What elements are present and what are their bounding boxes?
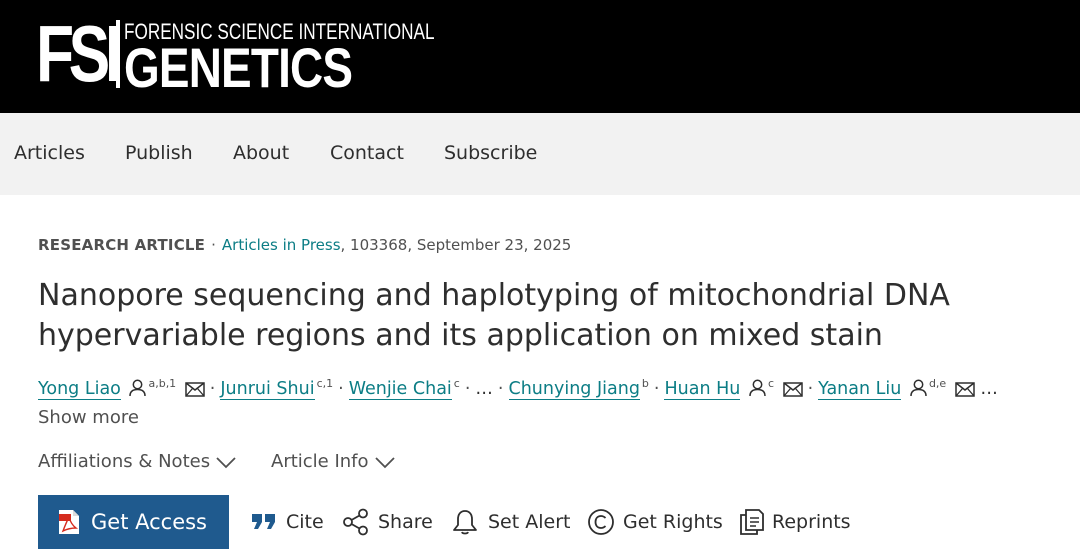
author-name[interactable]: Chunying Jiang [508, 379, 640, 400]
author-name[interactable]: Yong Liao [38, 379, 121, 400]
get-rights-label: Get Rights [623, 511, 723, 533]
share-button[interactable]: Share [342, 507, 434, 537]
author-list: Yong Liao a,b,1 · Junrui Shui c,1 · Wenjie C… [38, 372, 998, 401]
copyright-icon [588, 509, 614, 535]
get-rights-button[interactable]: Get Rights [587, 507, 723, 537]
main-nav: Articles Publish About Contact Subscribe [0, 113, 1080, 195]
cite-button[interactable]: Cite [251, 507, 326, 537]
share-label: Share [378, 511, 433, 533]
article-title: Nanopore sequencing and haplotyping of m… [38, 278, 950, 353]
author-affiliation: c [767, 377, 775, 390]
author-separator: · [653, 379, 660, 399]
logo-abbrev: FSI [36, 9, 122, 98]
logo-divider [116, 20, 120, 88]
affiliations-notes-toggle[interactable]: Affiliations & Notes [38, 450, 236, 474]
person-icon[interactable] [910, 379, 927, 397]
author-separator: · [807, 379, 814, 399]
reprints-icon [740, 509, 764, 535]
article-info-label: Article Info [271, 451, 369, 472]
article-citation-info: , 103368, September 23, 2025 [340, 236, 572, 254]
author-name[interactable]: Wenjie Chai [348, 379, 452, 400]
set-alert-button[interactable]: Set Alert [451, 507, 571, 537]
get-access-label: Get Access [91, 510, 207, 534]
author-ellipsis: … [980, 379, 998, 399]
article-meta: RESEARCH ARTICLE · Articles in Press, 1033… [38, 234, 571, 256]
author-affiliation: c [453, 377, 460, 390]
journal-status-link[interactable]: Articles in Press [222, 236, 341, 254]
pdf-icon [59, 510, 79, 534]
author-separator: · [464, 379, 471, 399]
author-ellipsis: … [475, 379, 493, 399]
nav-about[interactable]: About [233, 141, 289, 165]
show-more-authors-button[interactable]: Show more [38, 406, 139, 430]
affiliations-notes-label: Affiliations & Notes [38, 451, 211, 472]
author-affiliation: c,1 [316, 377, 334, 390]
nav-articles[interactable]: Articles [14, 141, 85, 165]
author-affiliation: d,e [928, 377, 947, 390]
reprints-label: Reprints [772, 511, 851, 533]
author-separator: · [338, 379, 344, 399]
email-icon[interactable] [782, 382, 803, 397]
article-type: RESEARCH ARTICLE [38, 236, 206, 254]
author-separator: · [209, 379, 216, 399]
email-icon[interactable] [185, 382, 205, 397]
nav-contact[interactable]: Contact [330, 141, 404, 165]
quote-icon [252, 514, 275, 529]
person-icon[interactable] [749, 379, 766, 397]
author-affiliation: a,b,1 [148, 377, 177, 390]
author-separator: · [497, 379, 504, 399]
set-alert-label: Set Alert [488, 511, 571, 533]
nav-publish[interactable]: Publish [125, 141, 193, 165]
meta-separator: · [211, 236, 216, 254]
logo-title: GENETICS [124, 36, 353, 99]
person-icon[interactable] [129, 379, 147, 397]
author-name[interactable]: Huan Hu [664, 379, 741, 400]
nav-subscribe[interactable]: Subscribe [444, 141, 537, 165]
author-name[interactable]: Yanan Liu [818, 379, 902, 400]
chevron-down-icon [216, 457, 236, 469]
chevron-down-icon [374, 457, 395, 469]
cite-label: Cite [286, 511, 324, 533]
share-icon [343, 508, 368, 536]
author-affiliation: b [641, 377, 649, 390]
journal-header: FSI FORENSIC SCIENCE INTERNATIONAL GENET… [0, 0, 1080, 113]
author-name[interactable]: Junrui Shui [220, 379, 315, 400]
email-icon[interactable] [955, 382, 975, 397]
reprints-button[interactable]: Reprints [739, 507, 854, 537]
bell-icon [453, 510, 477, 535]
article-info-toggle[interactable]: Article Info [271, 450, 395, 474]
get-access-button[interactable]: Get Access [38, 495, 229, 549]
